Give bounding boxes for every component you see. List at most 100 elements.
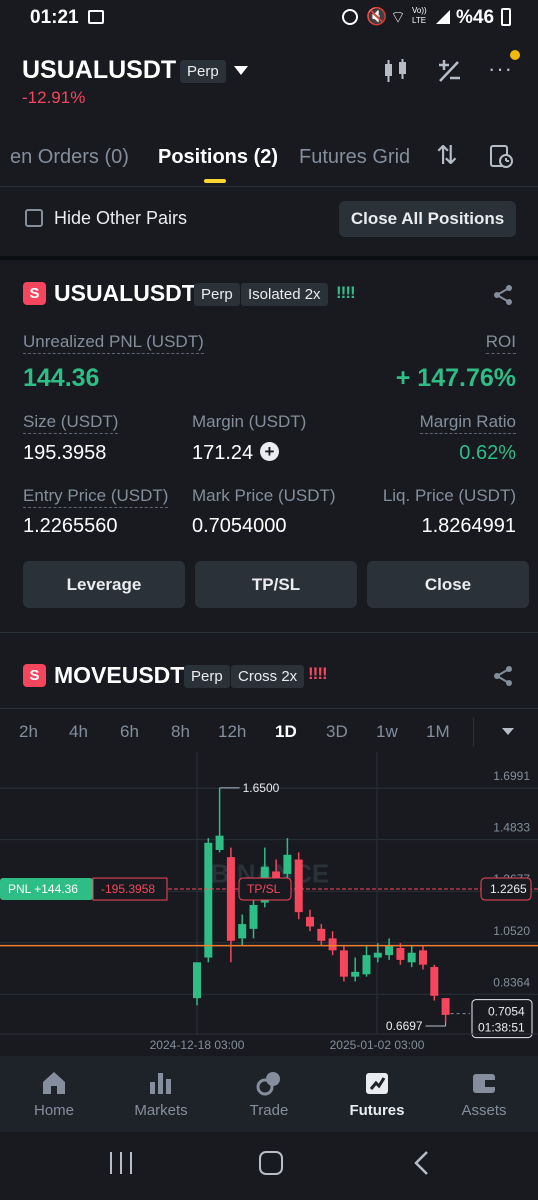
margin-mode-badge: Isolated 2x [241,283,328,306]
futures-icon [366,1073,388,1094]
timeframe-4h[interactable]: 4h [69,722,88,742]
mark-price-label: Mark Price (USDT) [192,486,336,505]
candle-body [339,950,348,977]
roi-label: ROI [485,332,516,354]
divider [0,186,538,187]
candle-body [306,916,314,927]
nav-home[interactable]: Home [14,1070,94,1119]
entry-price-label: Entry Price (USDT) [23,486,169,508]
sort-icon[interactable]: ⇅ [436,140,458,171]
nav-assets[interactable]: Assets [444,1070,524,1119]
timeframe-12h[interactable]: 12h [218,722,246,742]
perp-badge: Perp [184,665,230,688]
unrealized-pnl-value: 144.36 [23,364,100,392]
perp-badge: Perp [194,283,240,306]
notification-dot [510,50,520,60]
nav-trade-label: Trade [249,1102,289,1119]
hide-pairs-label: Hide Other Pairs [54,208,188,228]
coin-logo: S [23,664,46,687]
candle-body [396,947,405,960]
entry-price-value: 1.2265560 [23,515,118,537]
timeframe-1m[interactable]: 1M [426,722,450,742]
share-icon[interactable] [492,284,514,306]
mark-price-value: 0.7054000 [192,515,287,537]
hide-pairs-checkbox[interactable] [25,209,43,227]
timeframe-separator [473,718,474,746]
nav-assets-label: Assets [461,1102,507,1119]
back-icon[interactable] [412,1150,430,1176]
position-symbol[interactable]: MOVEUSDT [54,662,184,689]
x-tick-label: 2025-01-02 03:00 [330,1038,425,1052]
close-position-button[interactable]: Close [367,561,529,608]
timeframe-2h[interactable]: 2h [19,722,38,742]
close-all-positions-button[interactable]: Close All Positions [339,201,516,237]
tpsl-button[interactable]: TP/SL [195,561,357,608]
candle-body [362,955,371,975]
candle-body [385,945,394,956]
nav-trade[interactable]: Trade [229,1070,309,1119]
history-icon[interactable] [488,143,514,169]
candle-body [419,950,427,965]
tab-open-orders[interactable]: en Orders (0) [10,146,129,169]
y-tick-label: 1.0520 [493,924,530,938]
home-button-icon[interactable] [259,1151,283,1175]
timeframe-3d[interactable]: 3D [326,722,348,742]
price-chart[interactable]: 1.69911.48331.26771.05200.8364BINANCE1.6… [0,752,538,1056]
calculator-icon[interactable] [436,58,462,84]
divider [0,632,538,633]
size-tag: -195.3958 [101,882,155,896]
margin-label: Margin (USDT) [192,412,307,431]
y-tick-label: 1.4833 [493,821,530,835]
share-icon[interactable] [492,665,514,687]
nav-markets-label: Markets [134,1102,188,1119]
pnl-tag: PNL +144.36 [8,882,78,896]
mute-icon: 🔇 [366,7,388,26]
nav-markets[interactable]: Markets [121,1070,201,1119]
gallery-icon [88,10,104,24]
header: USUALUSDT Perp -12.91% ··· [0,50,538,114]
coin-logo: S [23,282,46,305]
liq-price-value: 1.8264991 [421,515,516,537]
timeframe-1w[interactable]: 1w [376,722,398,742]
candle-body [294,859,303,913]
recent-apps-icon[interactable] [110,1152,132,1174]
candle-body [238,924,247,939]
candle-body [430,967,439,996]
position-symbol[interactable]: USUALUSDT [54,280,196,307]
margin-value: 171.24 [192,442,254,464]
candle-body [373,952,382,958]
candle-body [204,842,213,958]
tab-positions[interactable]: Positions (2) [158,146,278,169]
add-margin-icon[interactable]: + [260,442,279,461]
timeframe-1d[interactable]: 1D [275,722,297,742]
y-tick-label: 0.8364 [493,975,530,989]
nav-futures-label: Futures [349,1102,405,1119]
nav-futures[interactable]: Futures [337,1070,417,1119]
risk-indicator: !!!! [308,664,328,683]
countdown-label: 01:38:51 [478,1021,525,1035]
chevron-down-icon[interactable] [234,66,248,75]
candle-body [441,998,450,1015]
tpsl-tag: TP/SL [247,882,281,896]
candlestick-chart-icon[interactable] [382,58,410,84]
roi-value: + 147.76% [395,364,516,392]
more-icon[interactable]: ··· [488,56,513,82]
price-change: -12.91% [22,88,86,107]
battery-icon [501,8,511,26]
symbol-title[interactable]: USUALUSDT [22,56,176,85]
size-label: Size (USDT) [23,412,119,434]
trade-icon [256,1072,280,1096]
unrealized-pnl-label: Unrealized PNL (USDT) [23,332,204,354]
current-price-tag: 0.7054 [488,1005,525,1019]
candle-body [249,904,258,929]
tab-futures-grid[interactable]: Futures Grid [299,146,410,169]
margin-ratio-value: 0.62% [459,442,516,464]
timeframe-6h[interactable]: 6h [120,722,139,742]
candle-body [193,962,201,999]
chevron-down-icon[interactable] [502,728,514,735]
margin-mode-badge: Cross 2x [231,665,305,688]
timeframe-8h[interactable]: 8h [171,722,190,742]
tab-active-indicator [204,179,226,183]
divider [0,256,538,260]
leverage-button[interactable]: Leverage [23,561,185,608]
